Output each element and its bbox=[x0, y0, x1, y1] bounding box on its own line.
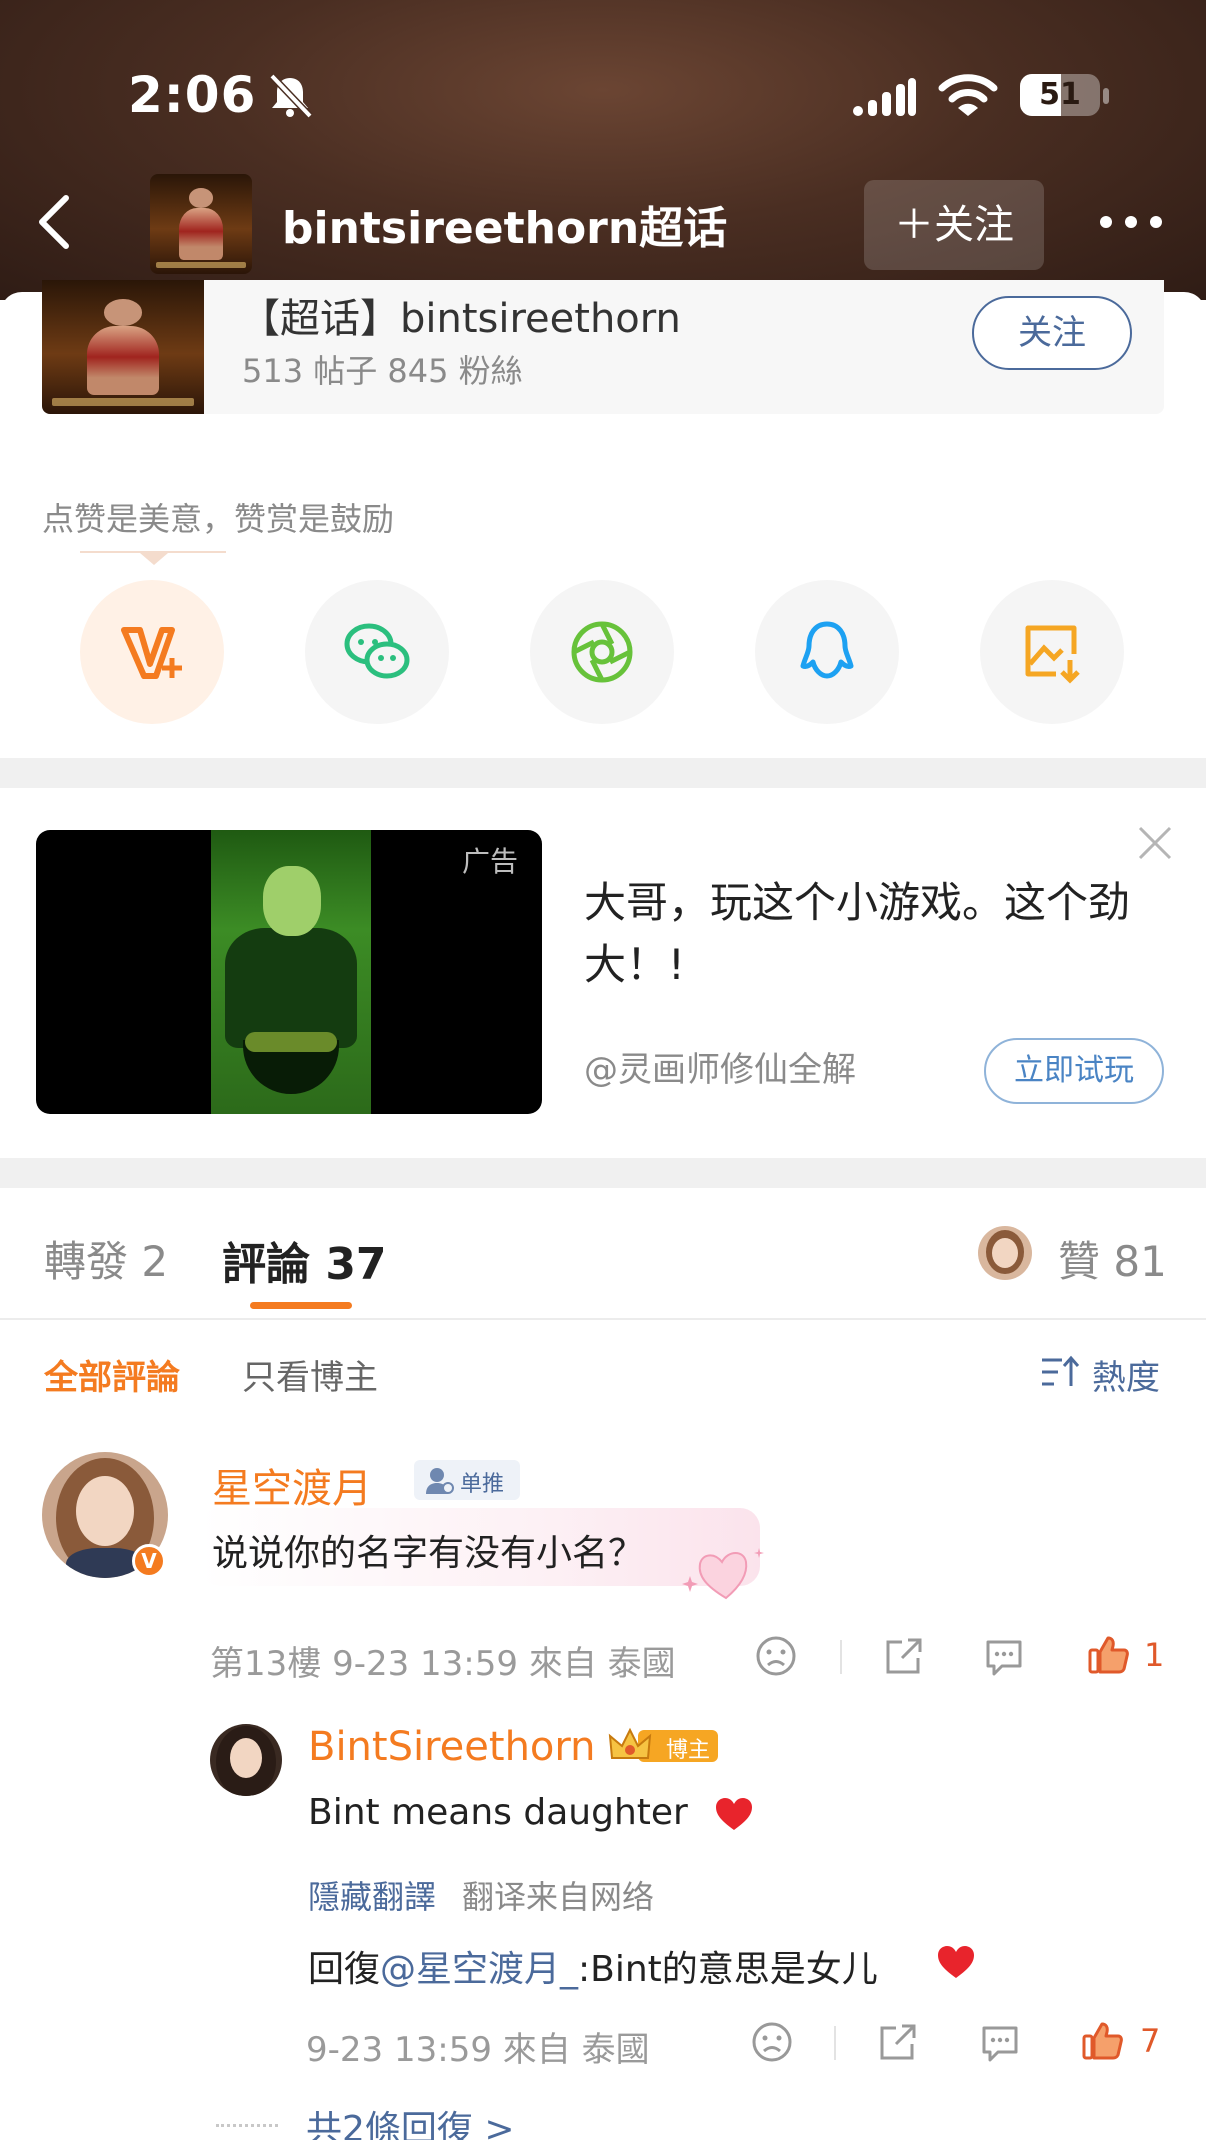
ad-card[interactable]: 广告 大哥，玩这个小游戏。这个劲大！! @灵画师修仙全解 立即试玩 bbox=[0, 788, 1206, 1158]
share-icon[interactable] bbox=[882, 1634, 926, 1678]
topic-thumbnail bbox=[42, 280, 204, 414]
commenter-badge-label: 单推 bbox=[460, 1472, 505, 1497]
reply-translated-text: 回復@星空渡月_:Bint的意思是女儿 bbox=[308, 1940, 878, 1992]
red-heart-icon bbox=[938, 1946, 974, 1978]
heart-sticker-icon bbox=[682, 1548, 764, 1600]
filter-author-only[interactable]: 只看博主 bbox=[242, 1350, 378, 1399]
share-vplus-button[interactable] bbox=[80, 580, 224, 724]
sort-label[interactable]: 熱度 bbox=[1092, 1350, 1160, 1399]
verified-badge-icon: V bbox=[132, 1544, 166, 1578]
topic-poster-image bbox=[150, 174, 252, 274]
tab-likes[interactable]: 贊 81 bbox=[1058, 1228, 1167, 1289]
dislike-face-icon[interactable] bbox=[750, 2020, 794, 2064]
topic-avatar[interactable] bbox=[150, 174, 252, 274]
moments-icon bbox=[571, 621, 633, 683]
action-separator bbox=[840, 1640, 842, 1674]
signal-icon bbox=[853, 78, 916, 116]
follow-button[interactable]: ＋关注 bbox=[864, 180, 1044, 270]
more-dots-icon[interactable] bbox=[1096, 212, 1166, 232]
ad-play-button[interactable]: 立即试玩 bbox=[984, 1038, 1164, 1104]
comment-like-count: 1 bbox=[1144, 1636, 1165, 1674]
share-moments-button[interactable] bbox=[530, 580, 674, 724]
tab-comments[interactable]: 評論 37 bbox=[222, 1228, 387, 1292]
section-divider bbox=[0, 1158, 1206, 1188]
close-icon[interactable] bbox=[1136, 824, 1174, 862]
reply-prefix: 回復 bbox=[308, 1949, 381, 1990]
dislike-face-icon[interactable] bbox=[754, 1634, 798, 1678]
reply-icon[interactable] bbox=[978, 2020, 1022, 2064]
tab-reposts[interactable]: 轉發 2 bbox=[44, 1228, 168, 1289]
reward-hint: 点赞是美意，赞赏是鼓励 bbox=[42, 500, 395, 538]
fan-badge-icon bbox=[426, 1468, 454, 1494]
replier-avatar[interactable] bbox=[210, 1724, 282, 1796]
save-image-button[interactable] bbox=[980, 580, 1124, 724]
wifi-icon bbox=[938, 74, 998, 116]
red-heart-icon bbox=[716, 1798, 752, 1830]
author-badge-label: 博主 bbox=[666, 1738, 711, 1763]
liker-avatar bbox=[978, 1226, 1032, 1280]
page-title[interactable]: bintsireethorn超话 bbox=[282, 192, 727, 256]
tab-active-indicator bbox=[250, 1302, 352, 1309]
topic-follow-button[interactable]: 关注 bbox=[972, 296, 1132, 370]
filter-all-comments[interactable]: 全部評論 bbox=[44, 1350, 180, 1399]
topic-stats: 513 帖子 845 粉絲 bbox=[242, 352, 523, 390]
reply-like-count: 7 bbox=[1140, 2022, 1161, 2060]
status-bar: 2:06 51 bbox=[0, 60, 1206, 130]
commenter-badge: 单推 bbox=[414, 1460, 520, 1500]
ad-title[interactable]: 大哥，玩这个小游戏。这个劲大！! bbox=[584, 872, 1144, 996]
section-divider bbox=[0, 758, 1206, 788]
reply-meta: 9-23 13:59 來自 泰國 bbox=[306, 2030, 650, 2070]
reward-pointer-caret bbox=[140, 553, 168, 565]
interaction-tabs: 轉發 2 評論 37 贊 81 bbox=[0, 1188, 1206, 1320]
more-replies-dots bbox=[216, 2124, 278, 2128]
comment-filter-bar: 全部評論 只看博主 熱度 bbox=[0, 1320, 1206, 1420]
qq-icon bbox=[800, 621, 854, 679]
sort-icon[interactable] bbox=[1040, 1352, 1080, 1392]
share-row bbox=[0, 580, 1206, 724]
thumbs-up-icon[interactable] bbox=[1086, 1632, 1130, 1676]
ad-label: 广告 bbox=[462, 845, 519, 878]
thumbs-up-icon[interactable] bbox=[1080, 2018, 1124, 2062]
topic-name: 【超话】bintsireethorn bbox=[240, 296, 681, 342]
status-time: 2:06 bbox=[128, 66, 257, 124]
save-image-icon bbox=[1025, 625, 1080, 684]
reply-body: :Bint的意思是女儿 bbox=[578, 1949, 878, 1990]
ad-source[interactable]: @灵画师修仙全解 bbox=[584, 1042, 856, 1091]
vplus-icon bbox=[121, 627, 182, 679]
comment-meta: 第13樓 9-23 13:59 來自 泰國 bbox=[210, 1644, 676, 1684]
share-wechat-button[interactable] bbox=[305, 580, 449, 724]
reply-mention[interactable]: @星空渡月_ bbox=[380, 1949, 578, 1990]
wechat-icon bbox=[344, 623, 410, 679]
header: 2:06 51 bintsireethorn超话 ＋关注 bbox=[0, 0, 1206, 300]
share-icon[interactable] bbox=[876, 2020, 920, 2064]
share-qq-button[interactable] bbox=[755, 580, 899, 724]
action-separator bbox=[834, 2026, 836, 2060]
translation-source: 翻译来自网络 bbox=[462, 1878, 655, 1916]
ad-video-frame bbox=[211, 830, 371, 1114]
nav-bar: bintsireethorn超话 ＋关注 bbox=[0, 170, 1206, 280]
battery-level: 51 bbox=[1039, 77, 1081, 112]
reply-text: Bint means daughter bbox=[308, 1792, 688, 1833]
replier-name[interactable]: BintSireethorn bbox=[308, 1724, 595, 1770]
bell-mute-icon bbox=[269, 73, 313, 119]
topic-card[interactable]: 【超话】bintsireethorn 513 帖子 845 粉絲 关注 bbox=[42, 280, 1164, 414]
commenter-name[interactable]: 星空渡月_ bbox=[212, 1456, 392, 1514]
battery-cap bbox=[1103, 88, 1109, 104]
reply-icon[interactable] bbox=[982, 1634, 1026, 1678]
battery-indicator: 51 bbox=[1020, 74, 1100, 116]
more-replies-link[interactable]: 共2條回復 > bbox=[306, 2100, 515, 2140]
back-arrow-icon[interactable] bbox=[34, 192, 74, 252]
comment-text: 说说你的名字有没有小名？ bbox=[212, 1533, 645, 1574]
hide-translation-link[interactable]: 隱藏翻譯 bbox=[308, 1872, 436, 1918]
